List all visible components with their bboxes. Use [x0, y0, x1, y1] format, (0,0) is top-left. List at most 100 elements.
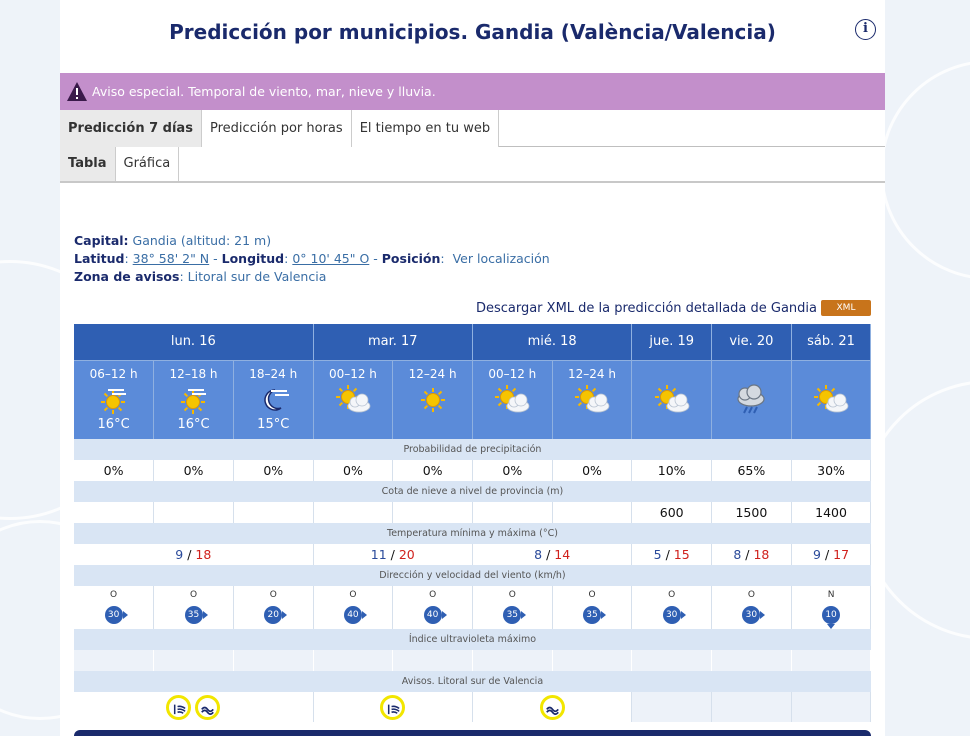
snow-label-text: Cota de nieve a nivel de provincia (m) [74, 481, 871, 502]
wind-warning-icon[interactable] [380, 694, 406, 720]
wind-cell: O 30 [74, 586, 155, 629]
moon-wind-icon [264, 388, 290, 411]
precip-row-cell: 0% [153, 460, 234, 481]
tab-main-2[interactable]: El tiempo en tu web [351, 110, 500, 147]
wind-direction: O [747, 590, 755, 600]
wind-warning-icon[interactable] [166, 694, 192, 720]
temp-sep: / [542, 547, 555, 562]
precip-row-cell: 0% [552, 460, 633, 481]
period-row: 06–12 h 16°C 12–18 h 16°C 18–24 h 15°C 00–12 … [74, 359, 872, 439]
period-time: 00–12 h [328, 366, 377, 381]
avisos-cell [472, 692, 633, 722]
uv-cell [791, 650, 872, 671]
precip-row: 0% 0% 0% 0% 0% 0% 0% 10% 65% 30% [74, 460, 872, 481]
view-location-link[interactable]: Ver localización [453, 251, 550, 266]
period-cell [631, 359, 713, 439]
day-header-1: mar. 17 [313, 324, 473, 360]
wind-direction: O [110, 590, 118, 600]
tab-main-0[interactable]: Predicción 7 días [60, 110, 202, 147]
period-cell: 18–24 h 15°C [233, 359, 314, 439]
period-cell [791, 359, 872, 439]
period-icon-wrap [74, 383, 153, 417]
sun-cloud-icon [575, 384, 610, 412]
wind-cell: O 40 [313, 586, 394, 629]
sun-cloud-icon [495, 384, 530, 412]
wind-cell: O 35 [472, 586, 553, 629]
coastal-warning-icon[interactable] [539, 694, 565, 720]
precip-row-cell: 0% [472, 460, 553, 481]
period-cell: 00–12 h [472, 359, 553, 439]
snow-row-cell [313, 502, 394, 523]
coastal-warning-icon[interactable] [195, 694, 221, 720]
period-icon-wrap [154, 383, 233, 417]
special-alert-banner[interactable]: Aviso especial. Temporal de viento, mar,… [60, 73, 885, 110]
avisos-cell [74, 692, 314, 722]
snow-row-cell: 1400 [791, 502, 872, 523]
alert-text: Aviso especial. Temporal de viento, mar,… [92, 84, 436, 99]
rain-cloud-icon [737, 383, 765, 413]
period-icon-wrap [234, 383, 313, 417]
tab-main-1[interactable]: Predicción por horas [201, 110, 352, 147]
temp-cell: 8 / 18 [711, 544, 792, 565]
snow-row-cell [233, 502, 314, 523]
temp-cell: 11 / 20 [313, 544, 473, 565]
wind-cell: O 40 [392, 586, 473, 629]
warning-zone-value: Litoral sur de Valencia [187, 269, 327, 284]
period-icon-wrap [792, 383, 871, 417]
avisos-cell [791, 692, 872, 722]
wind-speed-badge: 30 [662, 606, 686, 624]
temp-cell: 8 / 14 [472, 544, 633, 565]
precip-row-cell: 0% [74, 460, 155, 481]
period-time: 12–24 h [408, 366, 457, 381]
temp-sep: / [386, 547, 399, 562]
location-info: Capital: Gandia (altitud: 21 m) Latitud:… [74, 233, 550, 284]
snow-label: Cota de nieve a nivel de provincia (m) [74, 481, 871, 502]
temp-min: 8 [534, 547, 543, 562]
page-title: Predicción por municipios. Gandia (Valèn… [169, 20, 776, 44]
period-temp: 15°C [257, 416, 290, 432]
tab-view-0[interactable]: Tabla [60, 147, 116, 181]
bottom-bar [74, 730, 871, 736]
download-xml[interactable]: Descargar XML de la predicción detallada… [476, 300, 871, 316]
temp-min: 11 [370, 547, 387, 562]
wind-direction: O [668, 590, 676, 600]
warning-icon [67, 81, 87, 101]
period-icon-wrap [553, 383, 632, 417]
period-time [712, 367, 791, 381]
avisos-row [74, 692, 872, 722]
wind-speed-badge: 35 [583, 606, 606, 624]
temp-max: 20 [398, 547, 415, 562]
wind-speed-badge: 35 [503, 606, 527, 624]
snow-row-cell [552, 502, 633, 523]
info-icon[interactable]: i [855, 19, 876, 40]
temp-max: 18 [753, 547, 770, 562]
temp-label-text: Temperatura mínima y máxima (°C) [74, 523, 871, 544]
precip-row-cell: 30% [791, 460, 872, 481]
wind-cell: O 20 [233, 586, 314, 629]
period-icon-wrap [632, 383, 711, 417]
precip-row-cell: 0% [313, 460, 394, 481]
snow-row-cell: 600 [631, 502, 713, 523]
period-time: 00–12 h [488, 366, 537, 381]
period-time: 06–12 h [89, 366, 138, 381]
temp-row: 9 / 18 11 / 20 8 / 14 5 / 15 8 / 18 9 / 17 [74, 544, 872, 565]
day-header-3: jue. 19 [631, 324, 713, 360]
period-icon-wrap [393, 383, 472, 417]
tab-view-1[interactable]: Gráfica [115, 147, 180, 181]
xml-badge[interactable]: XML [821, 300, 871, 316]
wind-direction: O [189, 590, 198, 600]
uv-label-text: Índice ultravioleta máximo [74, 629, 871, 650]
download-xml-text[interactable]: Descargar XML de la predicción detallada… [476, 301, 817, 316]
sun-cloud-icon [654, 384, 690, 412]
day-header-2: mié. 18 [472, 324, 633, 360]
avisos-cell [313, 692, 473, 722]
forecast-table: lun. 16 mar. 17 mié. 18 jue. 19 vie. 20 sáb. … [74, 324, 872, 722]
period-time [792, 367, 871, 381]
longitude-label: Longitud [221, 251, 285, 266]
wind-direction: N [827, 590, 835, 600]
temp-max: 15 [673, 547, 690, 562]
precip-row-cell: 65% [711, 460, 792, 481]
temp-max: 18 [195, 547, 212, 562]
temp-cell: 9 / 17 [791, 544, 872, 565]
period-time: 12–18 h [169, 366, 218, 381]
